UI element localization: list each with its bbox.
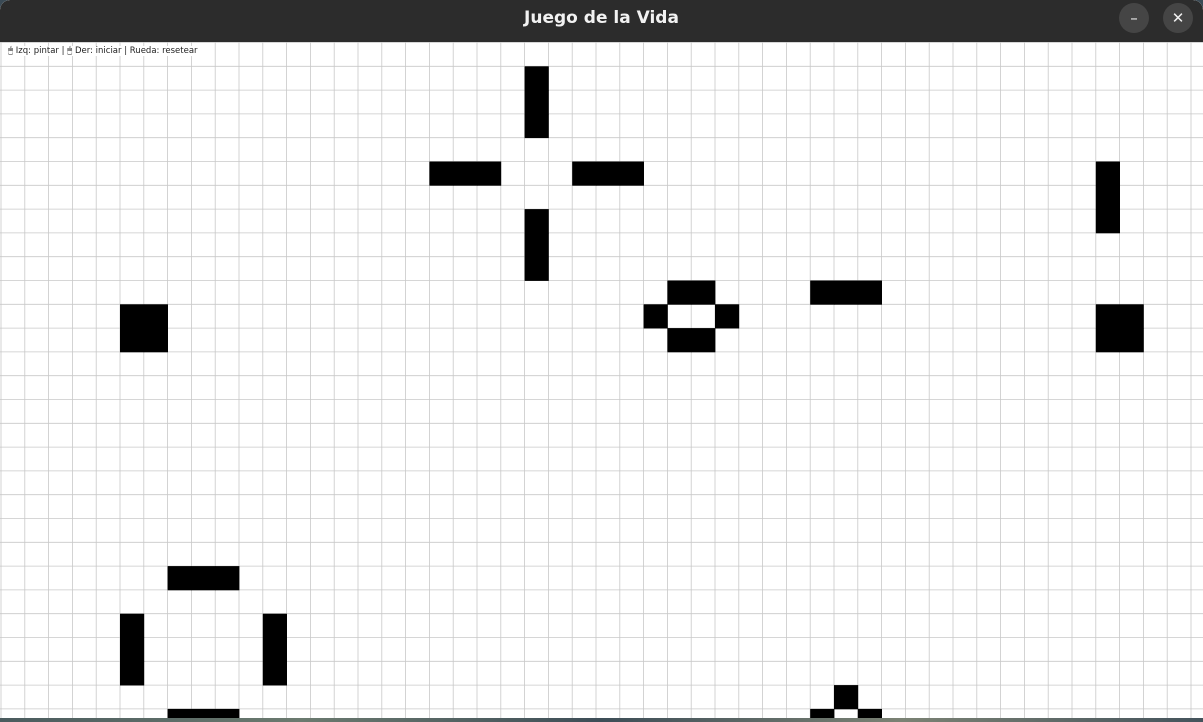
title-bar[interactable]: Juego de la Vida – ✕ bbox=[0, 0, 1203, 42]
alive-cell[interactable] bbox=[524, 232, 549, 258]
alive-cell[interactable] bbox=[120, 613, 145, 638]
alive-cell[interactable] bbox=[715, 304, 740, 329]
alive-cell[interactable] bbox=[1095, 304, 1120, 329]
alive-cell[interactable] bbox=[834, 685, 859, 710]
alive-cell[interactable] bbox=[643, 304, 668, 329]
alive-cell[interactable] bbox=[524, 256, 549, 281]
alive-cell[interactable] bbox=[120, 328, 145, 353]
alive-cell[interactable] bbox=[215, 566, 240, 591]
alive-cell[interactable] bbox=[524, 66, 549, 91]
alive-cell[interactable] bbox=[1119, 304, 1144, 329]
alive-cell[interactable] bbox=[120, 661, 145, 686]
alive-cell[interactable] bbox=[524, 113, 549, 139]
alive-cells bbox=[120, 66, 1144, 722]
alive-cell[interactable] bbox=[857, 280, 882, 305]
close-icon: ✕ bbox=[1171, 9, 1185, 27]
alive-cell[interactable] bbox=[262, 613, 287, 638]
alive-cell[interactable] bbox=[619, 161, 644, 186]
minimize-icon: – bbox=[1130, 9, 1138, 27]
desktop-wallpaper-strip bbox=[0, 718, 1203, 722]
alive-cell[interactable] bbox=[120, 637, 145, 662]
alive-cell[interactable] bbox=[834, 280, 859, 305]
alive-cell[interactable] bbox=[477, 161, 502, 186]
alive-cell[interactable] bbox=[1095, 209, 1120, 234]
alive-cell[interactable] bbox=[524, 209, 549, 234]
alive-cell[interactable] bbox=[572, 161, 597, 186]
alive-cell[interactable] bbox=[691, 280, 716, 305]
controls-hint: 🖱 Izq: pintar | 🖱 Der: iniciar | Rueda: … bbox=[7, 46, 199, 56]
alive-cell[interactable] bbox=[596, 161, 621, 186]
alive-cell[interactable] bbox=[810, 280, 835, 305]
alive-cell[interactable] bbox=[262, 637, 287, 662]
alive-cell[interactable] bbox=[1095, 328, 1120, 353]
game-window: Juego de la Vida – ✕ 🖱 Izq: pintar | 🖱 D… bbox=[0, 0, 1203, 722]
window-title: Juego de la Vida bbox=[524, 8, 679, 28]
close-button[interactable]: ✕ bbox=[1163, 3, 1193, 33]
life-grid[interactable] bbox=[0, 42, 1203, 722]
alive-cell[interactable] bbox=[1119, 328, 1144, 353]
minimize-button[interactable]: – bbox=[1119, 3, 1149, 33]
game-board[interactable]: 🖱 Izq: pintar | 🖱 Der: iniciar | Rueda: … bbox=[0, 42, 1203, 722]
alive-cell[interactable] bbox=[120, 304, 145, 329]
grid-lines bbox=[0, 42, 1203, 722]
alive-cell[interactable] bbox=[143, 328, 168, 353]
alive-cell[interactable] bbox=[167, 566, 192, 591]
alive-cell[interactable] bbox=[429, 161, 454, 186]
alive-cell[interactable] bbox=[1095, 161, 1120, 186]
alive-cell[interactable] bbox=[667, 328, 692, 353]
alive-cell[interactable] bbox=[453, 161, 478, 186]
alive-cell[interactable] bbox=[191, 566, 216, 591]
alive-cell[interactable] bbox=[667, 280, 692, 305]
alive-cell[interactable] bbox=[143, 304, 168, 329]
alive-cell[interactable] bbox=[691, 328, 716, 353]
alive-cell[interactable] bbox=[1095, 185, 1120, 210]
alive-cell[interactable] bbox=[262, 661, 287, 686]
alive-cell[interactable] bbox=[524, 90, 549, 115]
